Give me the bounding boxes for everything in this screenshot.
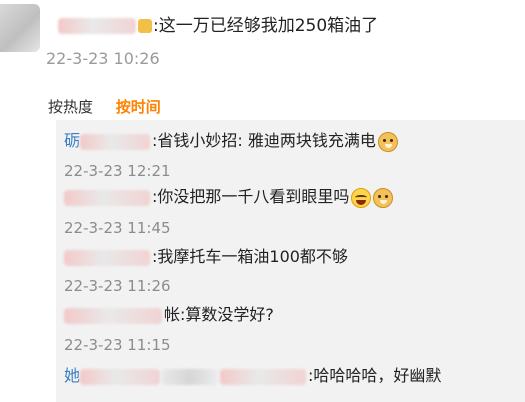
reply-list: 砺 :省钱小妙招: 雅迪两块钱充满电 22-3-23 12:21 :你没把那一千八… <box>56 120 525 402</box>
reply-text: :省钱小妙招: 雅迪两块钱充满电 <box>152 131 376 150</box>
blurred-username[interactable] <box>64 249 150 266</box>
blurred-username[interactable] <box>80 133 151 150</box>
laughing-emoji-icon <box>351 187 372 208</box>
sort-tabs: 按热度 按时间 <box>48 96 179 117</box>
reply-username-lead[interactable]: 砺 <box>64 131 80 150</box>
top-comment-text: :这一万已经够我加250箱油了 <box>153 16 379 36</box>
blurred-username[interactable] <box>64 307 162 324</box>
emoji-icon <box>138 19 152 33</box>
reply-timestamp: 22-3-23 11:26 <box>64 277 171 295</box>
commenter-avatar[interactable] <box>0 4 40 52</box>
tab-sort-by-time[interactable]: 按时间 <box>116 96 161 117</box>
reply-item: 帐:算数没学好? <box>64 304 274 326</box>
reply-text: 帐:算数没学好? <box>164 305 274 324</box>
doge-emoji-icon <box>373 187 394 208</box>
reply-item: :你没把那一千八看到眼里吗 <box>64 186 394 208</box>
reply-text: :我摩托车一箱油100都不够 <box>152 247 348 266</box>
doge-emoji-icon <box>377 131 398 152</box>
reply-username-lead[interactable]: 她 <box>64 366 80 385</box>
top-comment-timestamp: 22-3-23 10:26 <box>46 49 160 68</box>
top-comment: :这一万已经够我加250箱油了 <box>58 14 378 38</box>
blurred-username[interactable] <box>80 368 161 385</box>
blurred-username[interactable] <box>64 189 150 206</box>
blurred-username[interactable] <box>58 18 136 34</box>
reply-text: :哈哈哈哈，好幽默 <box>308 366 442 385</box>
blurred-username[interactable] <box>220 368 307 385</box>
reply-timestamp: 22-3-23 11:45 <box>64 219 171 237</box>
reply-text: :你没把那一千八看到眼里吗 <box>152 187 350 206</box>
reply-timestamp: 22-3-23 11:15 <box>64 336 171 354</box>
reply-item: :我摩托车一箱油100都不够 <box>64 246 348 268</box>
blurred-username[interactable] <box>162 368 219 385</box>
tab-sort-by-hot[interactable]: 按热度 <box>48 96 93 117</box>
reply-item: 砺 :省钱小妙招: 雅迪两块钱充满电 <box>64 130 398 152</box>
reply-item: 她 :哈哈哈哈，好幽默 <box>64 365 441 387</box>
reply-timestamp: 22-3-23 12:21 <box>64 162 171 180</box>
